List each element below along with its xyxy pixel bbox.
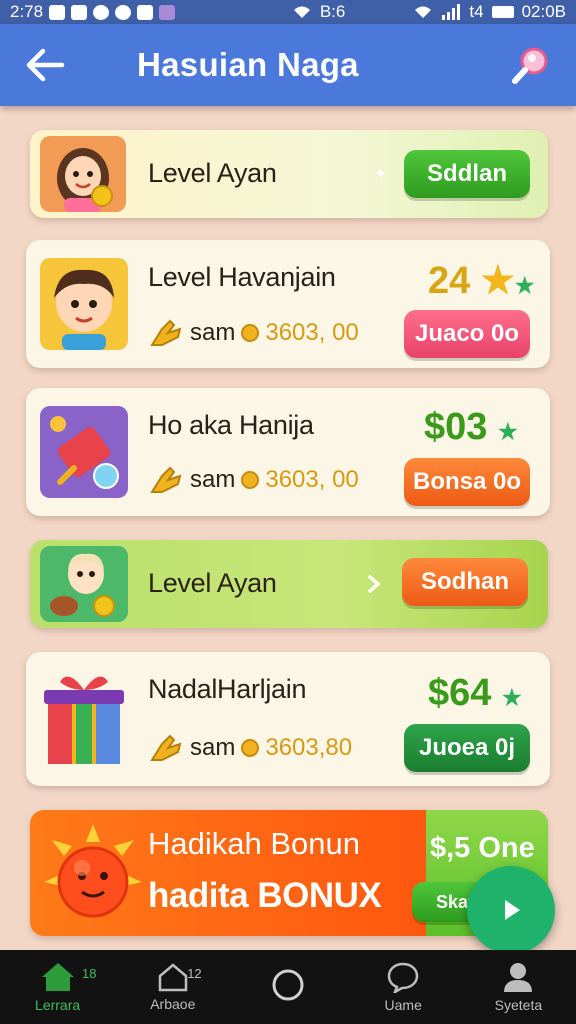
nav-item-chat[interactable]: Uame bbox=[346, 950, 461, 1024]
circle-icon bbox=[272, 969, 304, 1001]
reward-amount: 3603, 00 bbox=[265, 466, 359, 493]
nav-badge: 12 bbox=[187, 966, 202, 981]
sparkle-icon: ✦ bbox=[374, 166, 388, 183]
notification-icon bbox=[93, 4, 110, 20]
reward-label: sam bbox=[190, 734, 236, 761]
bonus-subtitle-prefix: hadita bbox=[148, 876, 249, 915]
hand-coin-icon bbox=[150, 466, 182, 493]
signal-icon bbox=[442, 4, 461, 20]
star-icon: ★ bbox=[501, 685, 522, 710]
status-network-text: t4 bbox=[469, 2, 484, 21]
chat-icon bbox=[387, 962, 419, 993]
nav-item-home[interactable]: 18 Lerrara bbox=[0, 950, 115, 1024]
person-icon bbox=[504, 963, 533, 992]
reward-value: $64 ★ bbox=[428, 672, 522, 715]
bonus-subtitle-highlight: BONUX bbox=[257, 876, 382, 915]
search-icon bbox=[512, 47, 548, 84]
nav-label: Syeteta bbox=[494, 997, 543, 1013]
notification-icon bbox=[159, 4, 176, 20]
reward-amount: 3603, 00 bbox=[265, 319, 359, 346]
reward-item-image bbox=[40, 406, 128, 498]
coin-icon bbox=[241, 471, 260, 489]
card-title: Ho aka Hanija bbox=[148, 410, 314, 440]
action-button[interactable]: Juoea 0j bbox=[404, 724, 530, 772]
nav-label: Lerrara bbox=[35, 997, 81, 1013]
bonus-title: Hadikah Bonun bbox=[148, 826, 360, 861]
level-card[interactable]: Level Ayan ✦ Sddlan bbox=[30, 130, 548, 218]
level-card[interactable]: Level Ayan Sodhan bbox=[30, 540, 548, 628]
value-text: 24 bbox=[428, 260, 471, 302]
home-icon bbox=[41, 963, 74, 991]
reward-value: $03 ★ bbox=[424, 406, 518, 449]
reward-card[interactable]: Ho aka Hanija $03 ★ sam 3603, 00 Bonsa 0… bbox=[26, 388, 550, 516]
reward-line: sam 3603, 00 bbox=[148, 315, 359, 351]
claim-button[interactable]: Sddlan bbox=[404, 150, 530, 198]
nav-item-archive[interactable]: 12 Arbaoe bbox=[115, 950, 230, 1024]
play-button[interactable] bbox=[467, 866, 555, 954]
star-icon: ★ bbox=[514, 273, 535, 298]
card-title: NadalHarljain bbox=[148, 674, 307, 704]
avatar bbox=[40, 258, 128, 350]
notification-icon bbox=[49, 4, 66, 20]
notification-icon bbox=[71, 4, 88, 20]
wifi-icon bbox=[415, 6, 432, 18]
play-icon bbox=[505, 900, 520, 920]
back-button[interactable] bbox=[20, 42, 70, 88]
nav-item-circle[interactable] bbox=[230, 950, 345, 1024]
wifi-icon bbox=[293, 6, 310, 18]
gift-card[interactable]: NadalHarljain $64 ★ sam 3603,80 Juoea 0j bbox=[26, 652, 550, 786]
status-time: 2:78 bbox=[10, 2, 44, 21]
bonus-subtitle: hadita BONUX bbox=[148, 876, 382, 916]
sun-mascot-icon bbox=[44, 824, 142, 918]
nav-badge: 18 bbox=[82, 966, 97, 981]
nav-label: Arbaoe bbox=[150, 996, 196, 1012]
app-bar: Hasuian Naga bbox=[0, 24, 576, 106]
hand-coin-icon bbox=[150, 319, 182, 346]
hand-coin-icon bbox=[150, 734, 182, 761]
nav-item-profile[interactable]: Syeteta bbox=[461, 950, 576, 1024]
reward-label: sam bbox=[190, 466, 236, 493]
reward-line: sam 3603,80 bbox=[148, 730, 352, 766]
home-outline-icon bbox=[158, 963, 188, 992]
reward-value: 24 ★★ bbox=[428, 258, 535, 303]
action-button[interactable]: Juaco 0o bbox=[404, 310, 530, 358]
arrow-left-icon bbox=[26, 48, 65, 82]
bonus-button[interactable]: Bonsa 0o bbox=[404, 458, 530, 506]
value-text: $64 bbox=[428, 672, 492, 714]
bottom-nav: 18 Lerrara 12 Arbaoe Uame Syeteta bbox=[0, 950, 576, 1024]
reward-line: sam 3603, 00 bbox=[148, 462, 359, 498]
search-button[interactable] bbox=[506, 40, 556, 90]
card-title: Level Ayan bbox=[148, 158, 277, 188]
status-signal-text: B:6 bbox=[319, 2, 346, 21]
battery-icon bbox=[491, 6, 514, 18]
page-title: Hasuian Naga bbox=[137, 46, 359, 83]
status-right-time: 02:0B bbox=[521, 2, 566, 21]
chevron-right-icon bbox=[368, 575, 381, 593]
nav-label: Uame bbox=[384, 997, 422, 1013]
value-text: $03 bbox=[424, 406, 488, 448]
card-title: Level Ayan bbox=[148, 568, 277, 598]
notification-icon bbox=[137, 4, 154, 20]
level-card[interactable]: Level Havanjain 24 ★★ sam 3603, 00 Juaco… bbox=[26, 240, 550, 368]
coin-icon bbox=[241, 324, 260, 342]
notification-icon bbox=[115, 4, 132, 20]
card-title: Level Havanjain bbox=[148, 262, 336, 292]
reward-amount: 3603,80 bbox=[265, 734, 353, 761]
gift-box-image bbox=[40, 668, 128, 768]
reward-label: sam bbox=[190, 319, 236, 346]
status-bar: 2:78 B:6 t4 02:0B bbox=[0, 0, 576, 24]
star-icon: ★ bbox=[480, 260, 515, 302]
star-icon: ★ bbox=[497, 419, 518, 444]
coin-icon bbox=[241, 739, 260, 757]
bonus-value: $,5 One bbox=[430, 832, 535, 864]
avatar bbox=[40, 136, 126, 212]
avatar bbox=[40, 546, 128, 622]
action-button[interactable]: Sodhan bbox=[402, 558, 528, 606]
